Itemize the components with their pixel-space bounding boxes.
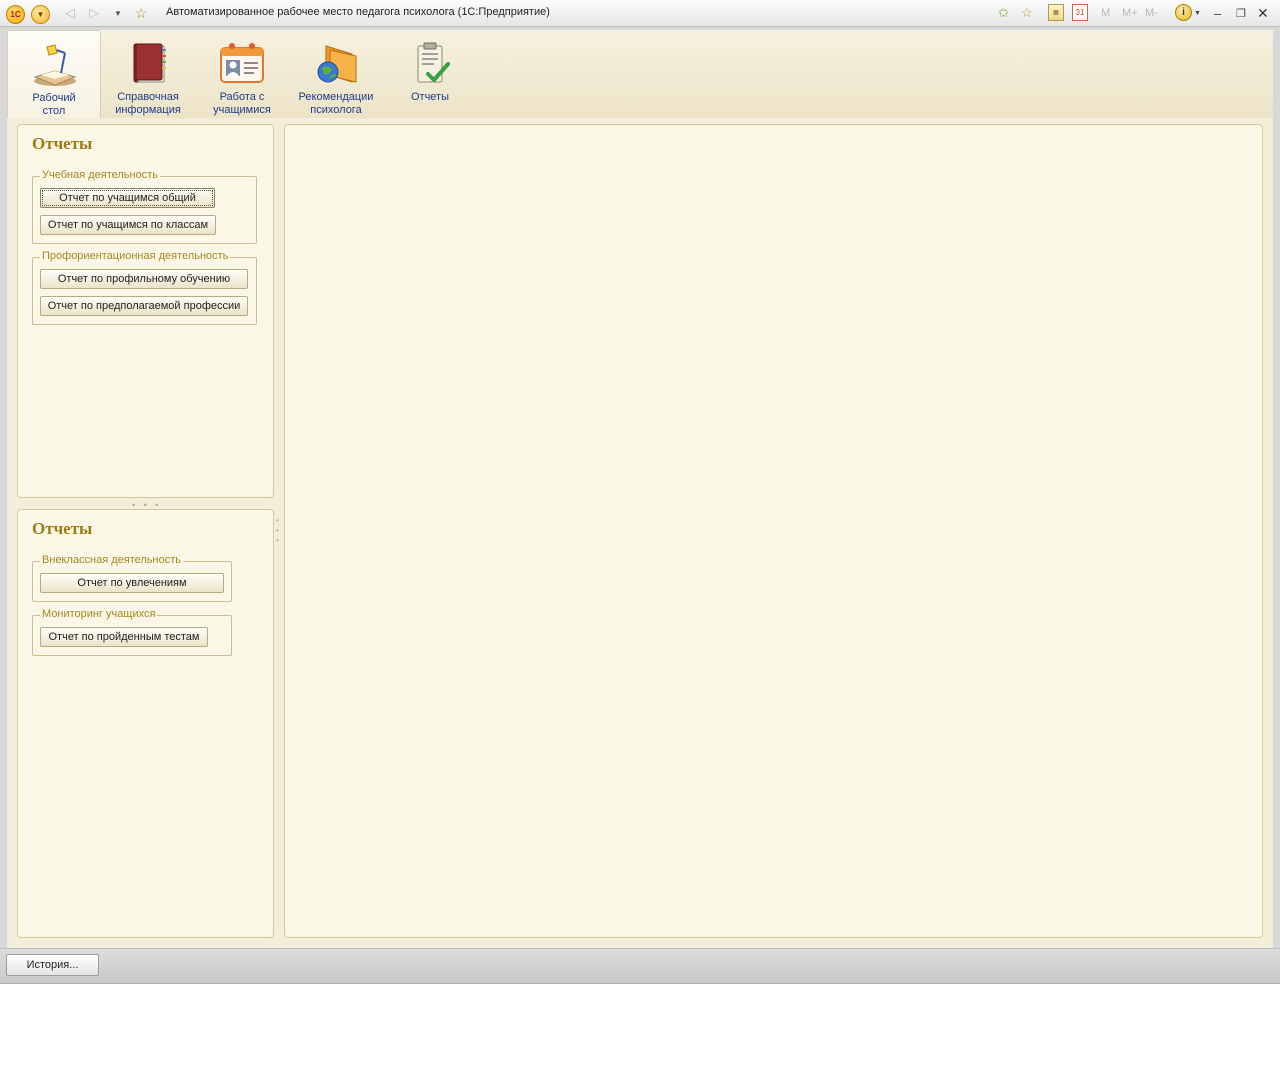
info-dropdown-icon[interactable]: ▼ [1194, 4, 1201, 22]
group-career-guidance: Профориентационная деятельность Отчет по… [32, 250, 257, 325]
section-students[interactable]: Работа с учащимися [195, 30, 289, 118]
group-legend: Профориентационная деятельность [40, 250, 231, 262]
group-legend: Внеклассная деятельность [40, 554, 183, 566]
forward-arrow-icon[interactable]: ▷ [86, 5, 102, 21]
memory-plus-button[interactable]: M+ [1122, 4, 1138, 22]
main-work-area [284, 124, 1263, 938]
group-legend: Учебная деятельность [40, 169, 160, 181]
history-dropdown-icon[interactable]: ▼ [110, 5, 126, 21]
section-label: Рекомендации психолога [298, 91, 374, 116]
close-icon[interactable]: ✕ [1257, 4, 1269, 22]
minimize-icon[interactable]: ‒ [1214, 4, 1221, 22]
back-arrow-icon[interactable]: ◁ [62, 5, 78, 21]
section-label: Справочная информация [115, 91, 181, 116]
panel-title: Отчеты [32, 134, 93, 153]
clipboard-check-icon [417, 42, 450, 83]
info-icon[interactable]: i [1175, 4, 1192, 21]
report-intended-profession-button[interactable]: Отчет по предполагаемой профессии [40, 296, 248, 316]
section-desktop[interactable]: Рабочий стол [7, 30, 101, 118]
report-profile-education-button[interactable]: Отчет по профильному обучению [40, 269, 248, 289]
reports-panel-top: Отчеты Учебная деятельность Отчет по уча… [17, 124, 274, 498]
section-label: Отчеты [410, 91, 450, 103]
calendar-icon[interactable]: 31 [1072, 4, 1088, 21]
report-students-by-class-button[interactable]: Отчет по учащимся по классам [40, 215, 216, 235]
book-icon [133, 43, 166, 83]
title-bar: 1С ▼ ◁ ▷ ▼ ☆ Автоматизированное рабочее … [0, 0, 1280, 27]
memory-m-button[interactable]: M [1101, 4, 1110, 22]
section-label: Рабочий стол [32, 92, 76, 117]
favorites-star-icon[interactable]: ☆ [133, 5, 149, 21]
group-extracurricular: Внеклассная деятельность Отчет по увлече… [32, 554, 232, 602]
desk-lamp-icon [33, 44, 77, 86]
group-educational: Учебная деятельность Отчет по учащимся о… [32, 169, 257, 244]
contact-card-icon [220, 43, 264, 83]
report-passed-tests-button[interactable]: Отчет по пройденным тестам [40, 627, 208, 647]
section-reference[interactable]: Справочная информация [101, 30, 195, 118]
group-legend: Мониторинг учащихся [40, 608, 158, 620]
app-window: 1С ▼ ◁ ▷ ▼ ☆ Автоматизированное рабочее … [0, 0, 1280, 984]
window-title: Автоматизированное рабочее место педагог… [166, 6, 550, 18]
history-button[interactable]: История... [6, 954, 99, 976]
sections-panel: Рабочий стол Справочная информация Работ… [7, 30, 1273, 118]
report-hobbies-button[interactable]: Отчет по увлечениям [40, 573, 224, 593]
vertical-splitter[interactable]: • • • [276, 516, 282, 546]
restore-icon[interactable]: ❐ [1236, 4, 1246, 22]
group-monitoring: Мониторинг учащихся Отчет по пройденным … [32, 608, 232, 656]
memory-minus-button[interactable]: M- [1145, 4, 1158, 22]
report-students-general-button[interactable]: Отчет по учащимся общий [40, 188, 215, 208]
reports-panel-bottom: Отчеты Внеклассная деятельность Отчет по… [17, 509, 274, 938]
status-bar: История... [0, 948, 1280, 983]
section-recommendations[interactable]: Рекомендации психолога [289, 30, 383, 118]
main-menu-button[interactable]: ▼ [31, 5, 50, 24]
add-favorite-icon[interactable]: ✩ [998, 4, 1009, 22]
1c-logo-icon[interactable]: 1С [6, 5, 25, 24]
calculator-icon[interactable]: ▦ [1048, 4, 1064, 21]
section-reports[interactable]: Отчеты [383, 30, 477, 118]
panel-title: Отчеты [32, 519, 93, 538]
favorites-list-icon[interactable]: ☆ [1021, 4, 1033, 22]
section-label: Работа с учащимися [213, 91, 271, 116]
folder-globe-icon [317, 45, 357, 83]
